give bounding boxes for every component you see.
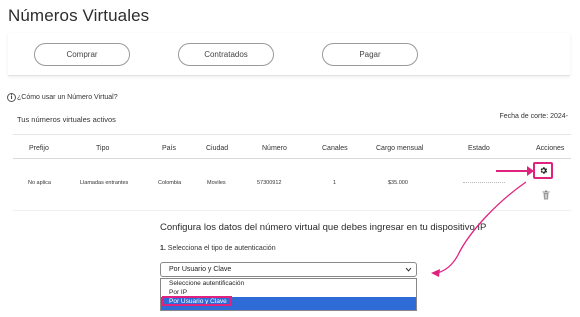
section-title: Tus números virtuales activos (17, 115, 116, 124)
action-button-bar: Comprar Contratados Pagar (8, 33, 570, 76)
option-seleccione[interactable]: Seleccione autentificación (161, 279, 416, 288)
header-canales: Canales (322, 145, 348, 152)
callout-arrow-line (496, 170, 530, 172)
info-icon: i (7, 93, 16, 102)
header-ciudad: Ciudad (206, 145, 229, 152)
step-text: Selecciona el tipo de autenticación (167, 245, 276, 252)
cell-pais: Colombia (158, 180, 182, 186)
header-numero: Número (262, 145, 287, 152)
chevron-down-icon (405, 267, 412, 272)
settings-button[interactable] (533, 162, 553, 179)
header-prefijo: Prefijo (29, 145, 49, 152)
help-link[interactable]: ¿Cómo usar un Número Virtual? (17, 94, 118, 101)
header-estado: Estado (468, 145, 490, 152)
cell-tipo: Llamadas entrantes (80, 180, 129, 186)
page-title: Números Virtuales (8, 6, 150, 25)
table-header-divider (13, 158, 571, 159)
config-title: Configura los datos del número virtual q… (160, 222, 487, 233)
header-tipo: Tipo (96, 145, 110, 152)
gear-icon (540, 167, 547, 174)
auth-type-dropdown: Seleccione autentificación Por IP Por Us… (160, 278, 417, 311)
table-row-divider (13, 210, 571, 211)
auth-type-select[interactable]: Por Usuario y Clave (160, 262, 417, 277)
option-highlight-box (162, 296, 232, 306)
table-top-divider (13, 134, 571, 135)
config-panel: Configura los datos del número virtual q… (152, 212, 580, 317)
cell-ciudad: Moviles (207, 180, 226, 186)
cell-estado (463, 182, 505, 183)
comprar-button[interactable]: Comprar (34, 43, 130, 66)
pagar-button[interactable]: Pagar (322, 43, 418, 66)
step-label: 1. Selecciona el tipo de autenticación (160, 245, 276, 252)
cutoff-date: Fecha de corte: 2024- (499, 113, 569, 120)
step-number: 1. (160, 245, 166, 252)
help-link-row[interactable]: i ¿Cómo usar un Número Virtual? (7, 93, 118, 102)
option-por-usuario-y-clave[interactable]: Por Usuario y Clave (161, 296, 416, 306)
header-cargo-mensual: Cargo mensual (376, 145, 424, 152)
cell-numero: 57300912 (257, 180, 282, 186)
header-pais: País (162, 145, 177, 152)
auth-type-selected: Por Usuario y Clave (169, 266, 232, 273)
trash-icon[interactable] (542, 190, 550, 200)
cell-prefijo: No aplica (28, 180, 51, 186)
cell-canales: 1 (333, 180, 337, 186)
dropdown-scroll-stripe (161, 306, 416, 310)
cell-cargo-mensual: $35.000 (388, 180, 408, 186)
header-acciones: Acciones (536, 145, 565, 152)
contratados-button[interactable]: Contratados (178, 43, 274, 66)
